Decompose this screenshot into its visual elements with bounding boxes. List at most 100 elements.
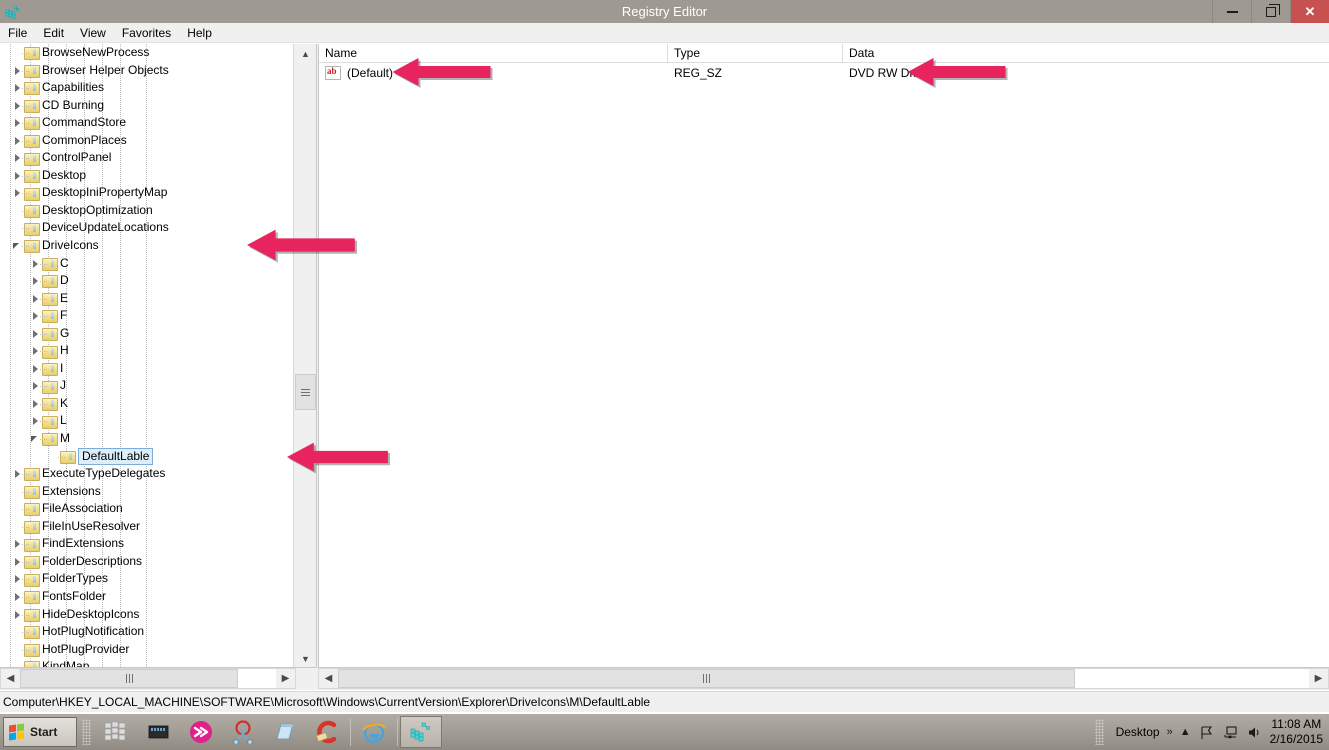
scrollbar-thumb[interactable]	[295, 374, 316, 410]
tray-handle[interactable]	[1094, 719, 1104, 745]
menu-favorites[interactable]: Favorites	[114, 24, 179, 42]
taskbar-separator	[350, 718, 351, 746]
menu-edit[interactable]: Edit	[35, 24, 72, 42]
tree-item[interactable]: D	[0, 272, 292, 290]
toolbar-handle[interactable]	[82, 719, 91, 745]
tree-item[interactable]: FileInUseResolver	[0, 518, 292, 536]
tree-item-label: Desktop	[42, 167, 87, 182]
tree-item[interactable]: DesktopIniPropertyMap	[0, 184, 292, 202]
tree-item[interactable]: Extensions	[0, 483, 292, 501]
tree-vertical-scrollbar[interactable]: ▲ ▼	[293, 44, 316, 667]
internet-explorer-icon[interactable]	[353, 716, 395, 748]
tree-item[interactable]: E	[0, 290, 292, 308]
registry-tree-pane[interactable]: BrowseNewProcess Browser Helper Objects Ca…	[0, 44, 317, 668]
tree-item[interactable]: CD Burning	[0, 97, 292, 115]
volume-icon[interactable]	[1246, 724, 1263, 741]
menu-help[interactable]: Help	[179, 24, 220, 42]
column-header-data[interactable]: Data	[843, 44, 1329, 63]
minimize-icon	[1226, 10, 1238, 13]
show-desktop-icon[interactable]	[96, 716, 138, 748]
tree-item-label: D	[60, 273, 69, 288]
tree-item[interactable]: H	[0, 342, 292, 360]
scroll-right-icon[interactable]: ▶	[1309, 669, 1328, 688]
tree-item[interactable]: FolderTypes	[0, 570, 292, 588]
tree-item[interactable]: FontsFolder	[0, 588, 292, 606]
scroll-track[interactable]	[338, 669, 1309, 688]
scroll-up-icon[interactable]: ▲	[294, 44, 316, 63]
scroll-left-icon[interactable]: ◀	[319, 669, 338, 688]
tree-item-label: CD Burning	[42, 97, 105, 112]
tree-item[interactable]: C	[0, 255, 292, 273]
taskbar-clock[interactable]: 11:08 AM 2/16/2015	[1270, 717, 1323, 747]
tree-item-label: DesktopIniPropertyMap	[42, 185, 168, 200]
tree-item-label: J	[60, 378, 66, 393]
tree-item[interactable]: G	[0, 325, 292, 343]
tree-item[interactable]: DriveIcons	[0, 237, 292, 255]
tree-item[interactable]: ExecuteTypeDelegates	[0, 465, 292, 483]
tree-item[interactable]: DeviceUpdateLocations	[0, 219, 292, 237]
notepad-icon[interactable]	[264, 716, 306, 748]
tree-item[interactable]: DesktopOptimization	[0, 202, 292, 220]
registry-tree[interactable]: BrowseNewProcess Browser Helper Objects Ca…	[0, 44, 292, 668]
column-header-type[interactable]: Type	[668, 44, 843, 63]
tree-item-label: KindMap	[42, 659, 90, 668]
tree-item-label: CommandStore	[42, 115, 127, 130]
values-horizontal-scrollbar[interactable]: ◀ ▶	[318, 668, 1329, 689]
snipping-tool-icon[interactable]	[222, 716, 264, 748]
tree-item[interactable]: K	[0, 395, 292, 413]
restore-icon	[1266, 3, 1280, 17]
tree-item[interactable]: CommonPlaces	[0, 132, 292, 150]
column-header-name[interactable]: Name	[319, 44, 668, 63]
scroll-left-icon[interactable]: ◀	[1, 669, 20, 688]
tree-item[interactable]: FolderDescriptions	[0, 553, 292, 571]
close-button[interactable]: ✕	[1290, 0, 1329, 23]
start-button[interactable]: Start	[3, 717, 77, 747]
tree-item-selected[interactable]: DefaultLable	[0, 447, 292, 466]
menu-view[interactable]: View	[72, 24, 114, 42]
tree-item[interactable]: ControlPanel	[0, 149, 292, 167]
scroll-down-icon[interactable]: ▼	[294, 649, 316, 667]
scroll-right-icon[interactable]: ▶	[276, 669, 295, 688]
desktop-toolbar-label[interactable]: Desktop	[1116, 725, 1160, 739]
show-hidden-icons-icon[interactable]: ▲	[1180, 726, 1191, 738]
ccleaner-icon[interactable]	[306, 716, 348, 748]
tree-item[interactable]: HotPlugNotification	[0, 623, 292, 641]
menu-file[interactable]: File	[0, 24, 35, 42]
tree-item-label: L	[60, 413, 67, 428]
red-arrow-app-icon[interactable]	[180, 716, 222, 748]
tree-item-label: DefaultLable	[78, 447, 154, 465]
tree-item-label: DesktopOptimization	[42, 202, 153, 217]
scrollbar-thumb[interactable]	[20, 669, 238, 688]
maximize-button[interactable]	[1251, 0, 1290, 23]
tree-horizontal-scrollbar[interactable]: ◀ ▶	[0, 668, 296, 689]
tree-item[interactable]: BrowseNewProcess	[0, 44, 292, 62]
device-manager-icon[interactable]	[138, 716, 180, 748]
network-icon[interactable]	[1222, 724, 1239, 741]
value-row-default[interactable]: ab (Default) REG_SZ DVD RW Drive	[319, 64, 1329, 82]
tree-item-label: G	[60, 325, 70, 340]
tree-item[interactable]: Desktop	[0, 167, 292, 185]
tree-item[interactable]: Capabilities	[0, 79, 292, 97]
tree-item-label: FolderTypes	[42, 571, 109, 586]
tree-item[interactable]: I	[0, 360, 292, 378]
action-center-flag-icon[interactable]	[1198, 724, 1215, 741]
tree-item[interactable]: CommandStore	[0, 114, 292, 132]
tree-item[interactable]: HideDesktopIcons	[0, 606, 292, 624]
tree-item[interactable]: HotPlugProvider	[0, 641, 292, 659]
tree-item[interactable]: J	[0, 377, 292, 395]
tree-item-label: FontsFolder	[42, 588, 107, 603]
scroll-track[interactable]	[20, 669, 276, 688]
tree-item[interactable]: FileAssociation	[0, 500, 292, 518]
minimize-button[interactable]	[1212, 0, 1251, 23]
tree-item[interactable]: M	[0, 430, 292, 448]
tree-item[interactable]: KindMap	[0, 658, 292, 668]
tree-item[interactable]: L	[0, 412, 292, 430]
tree-item[interactable]: F	[0, 307, 292, 325]
chevron-double-right-icon[interactable]: »	[1167, 726, 1173, 738]
tree-item[interactable]: Browser Helper Objects	[0, 62, 292, 80]
registry-editor-taskbar-icon[interactable]	[400, 716, 442, 748]
scrollbar-thumb[interactable]	[338, 669, 1075, 688]
tree-item[interactable]: FindExtensions	[0, 535, 292, 553]
tree-item-label: C	[60, 255, 69, 270]
registry-values-pane[interactable]: Name Type Data ab (Default) REG_SZ DVD R…	[318, 44, 1329, 668]
